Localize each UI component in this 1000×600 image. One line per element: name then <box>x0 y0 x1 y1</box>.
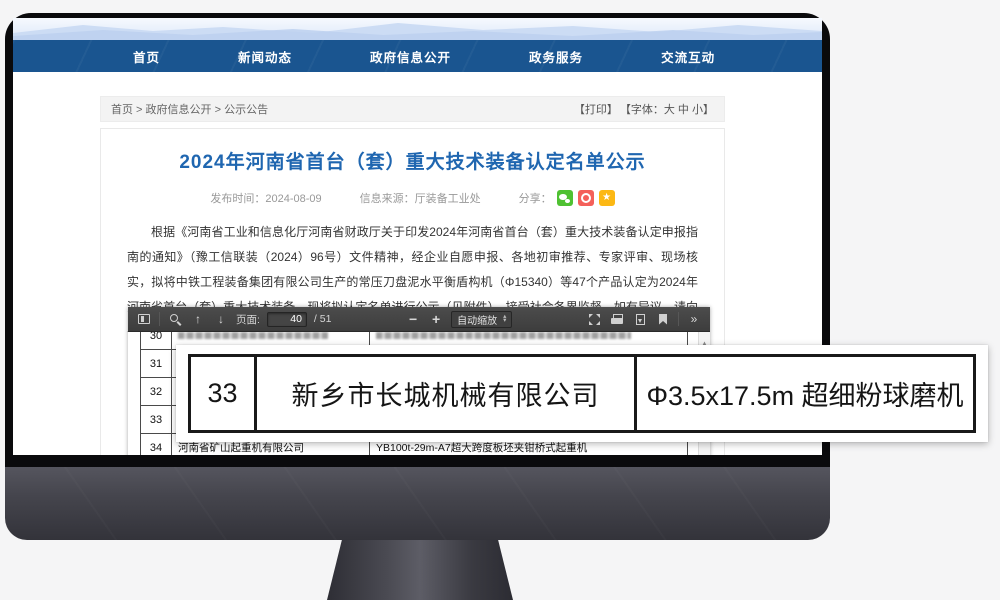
nav-item-gov-info[interactable]: 政府信息公开 <box>370 47 451 66</box>
mountain-graphic <box>13 18 822 40</box>
search-icon <box>170 314 178 322</box>
row-number: 30 <box>140 332 172 349</box>
presentation-mode-button[interactable] <box>586 310 602 328</box>
callout-table: 33 新乡市长城机械有限公司 Φ3.5x17.5m 超细粉球磨机 <box>188 354 976 433</box>
weibo-icon[interactable] <box>578 190 594 206</box>
toolbar-divider <box>678 312 679 326</box>
sidebar-toggle-button[interactable] <box>136 310 152 328</box>
row-number: 32 <box>140 378 172 405</box>
magnified-callout: 33 新乡市长城机械有限公司 Φ3.5x17.5m 超细粉球磨机 <box>176 345 988 442</box>
share-label: 分享： <box>519 190 552 206</box>
next-page-button[interactable]: ↓ <box>213 310 229 328</box>
publish-date: 发布时间：2024-08-09 <box>210 190 321 206</box>
download-icon <box>636 314 645 325</box>
nav-item-services[interactable]: 政务服务 <box>529 47 583 66</box>
bookmark-button[interactable] <box>655 310 671 328</box>
wechat-icon[interactable] <box>557 190 573 206</box>
more-tools-button[interactable]: » <box>686 310 702 328</box>
previous-page-button[interactable]: ↑ <box>190 310 206 328</box>
page-title: 2024年河南省首台（套）重大技术装备认定名单公示 <box>101 147 724 174</box>
info-source: 信息来源：厅装备工业处 <box>360 190 481 206</box>
zoom-mode-select[interactable]: 自动缩放 ▴▾ <box>451 311 512 328</box>
zoom-out-button[interactable]: − <box>405 310 421 328</box>
page-actions: 【打印】 【字体：大 中 小】 <box>574 101 714 117</box>
print-button[interactable]: 【打印】 <box>574 101 618 117</box>
article-meta: 发布时间：2024-08-09 信息来源：厅装备工业处 分享： ★ <box>101 190 724 206</box>
breadcrumb-bar: 首页 > 政府信息公开 > 公示公告 【打印】 【字体：大 中 小】 <box>100 96 725 122</box>
breadcrumb[interactable]: 首页 > 政府信息公开 > 公示公告 <box>111 101 268 117</box>
zoom-mode-value: 自动缩放 <box>457 312 497 327</box>
nav-item-interaction[interactable]: 交流互动 <box>661 47 715 66</box>
share-bar: 分享： ★ <box>519 190 615 206</box>
pdf-toolbar: ↑ ↓ 页面: / 51 − + 自动缩放 ▴▾ <box>128 307 710 332</box>
page-number-input[interactable] <box>267 312 307 327</box>
download-button[interactable] <box>632 310 648 328</box>
monitor-stand <box>327 540 513 600</box>
toolbar-divider <box>159 312 160 326</box>
find-button[interactable] <box>167 310 183 328</box>
nav-item-news[interactable]: 新闻动态 <box>238 47 292 66</box>
select-caret-icon: ▴▾ <box>503 315 506 324</box>
site-banner <box>13 18 822 40</box>
printer-icon <box>611 314 623 324</box>
qzone-star-icon[interactable]: ★ <box>599 190 615 206</box>
desktop-background: 首页 新闻动态 政府信息公开 政务服务 交流互动 首页 > 政府信息公开 > 公… <box>0 0 1000 600</box>
row-number: 33 <box>140 406 172 433</box>
fullscreen-icon <box>589 314 600 325</box>
page-label: 页面: <box>236 312 260 327</box>
page-total: / 51 <box>314 313 332 325</box>
zoom-in-button[interactable]: + <box>428 310 444 328</box>
callout-product: Φ3.5x17.5m 超细粉球磨机 <box>637 357 973 430</box>
print-pdf-button[interactable] <box>609 310 625 328</box>
row-number: 31 <box>140 350 172 377</box>
bookmark-icon <box>659 314 667 325</box>
row-number: 34 <box>140 434 172 455</box>
font-size-switch[interactable]: 【字体：大 中 小】 <box>620 101 714 117</box>
nav-item-home[interactable]: 首页 <box>133 47 160 66</box>
callout-company: 新乡市长城机械有限公司 <box>257 357 637 430</box>
callout-row-number: 33 <box>191 357 257 430</box>
main-nav: 首页 新闻动态 政府信息公开 政务服务 交流互动 <box>13 40 822 72</box>
sidebar-icon <box>138 314 150 324</box>
monitor-chin <box>5 467 830 540</box>
